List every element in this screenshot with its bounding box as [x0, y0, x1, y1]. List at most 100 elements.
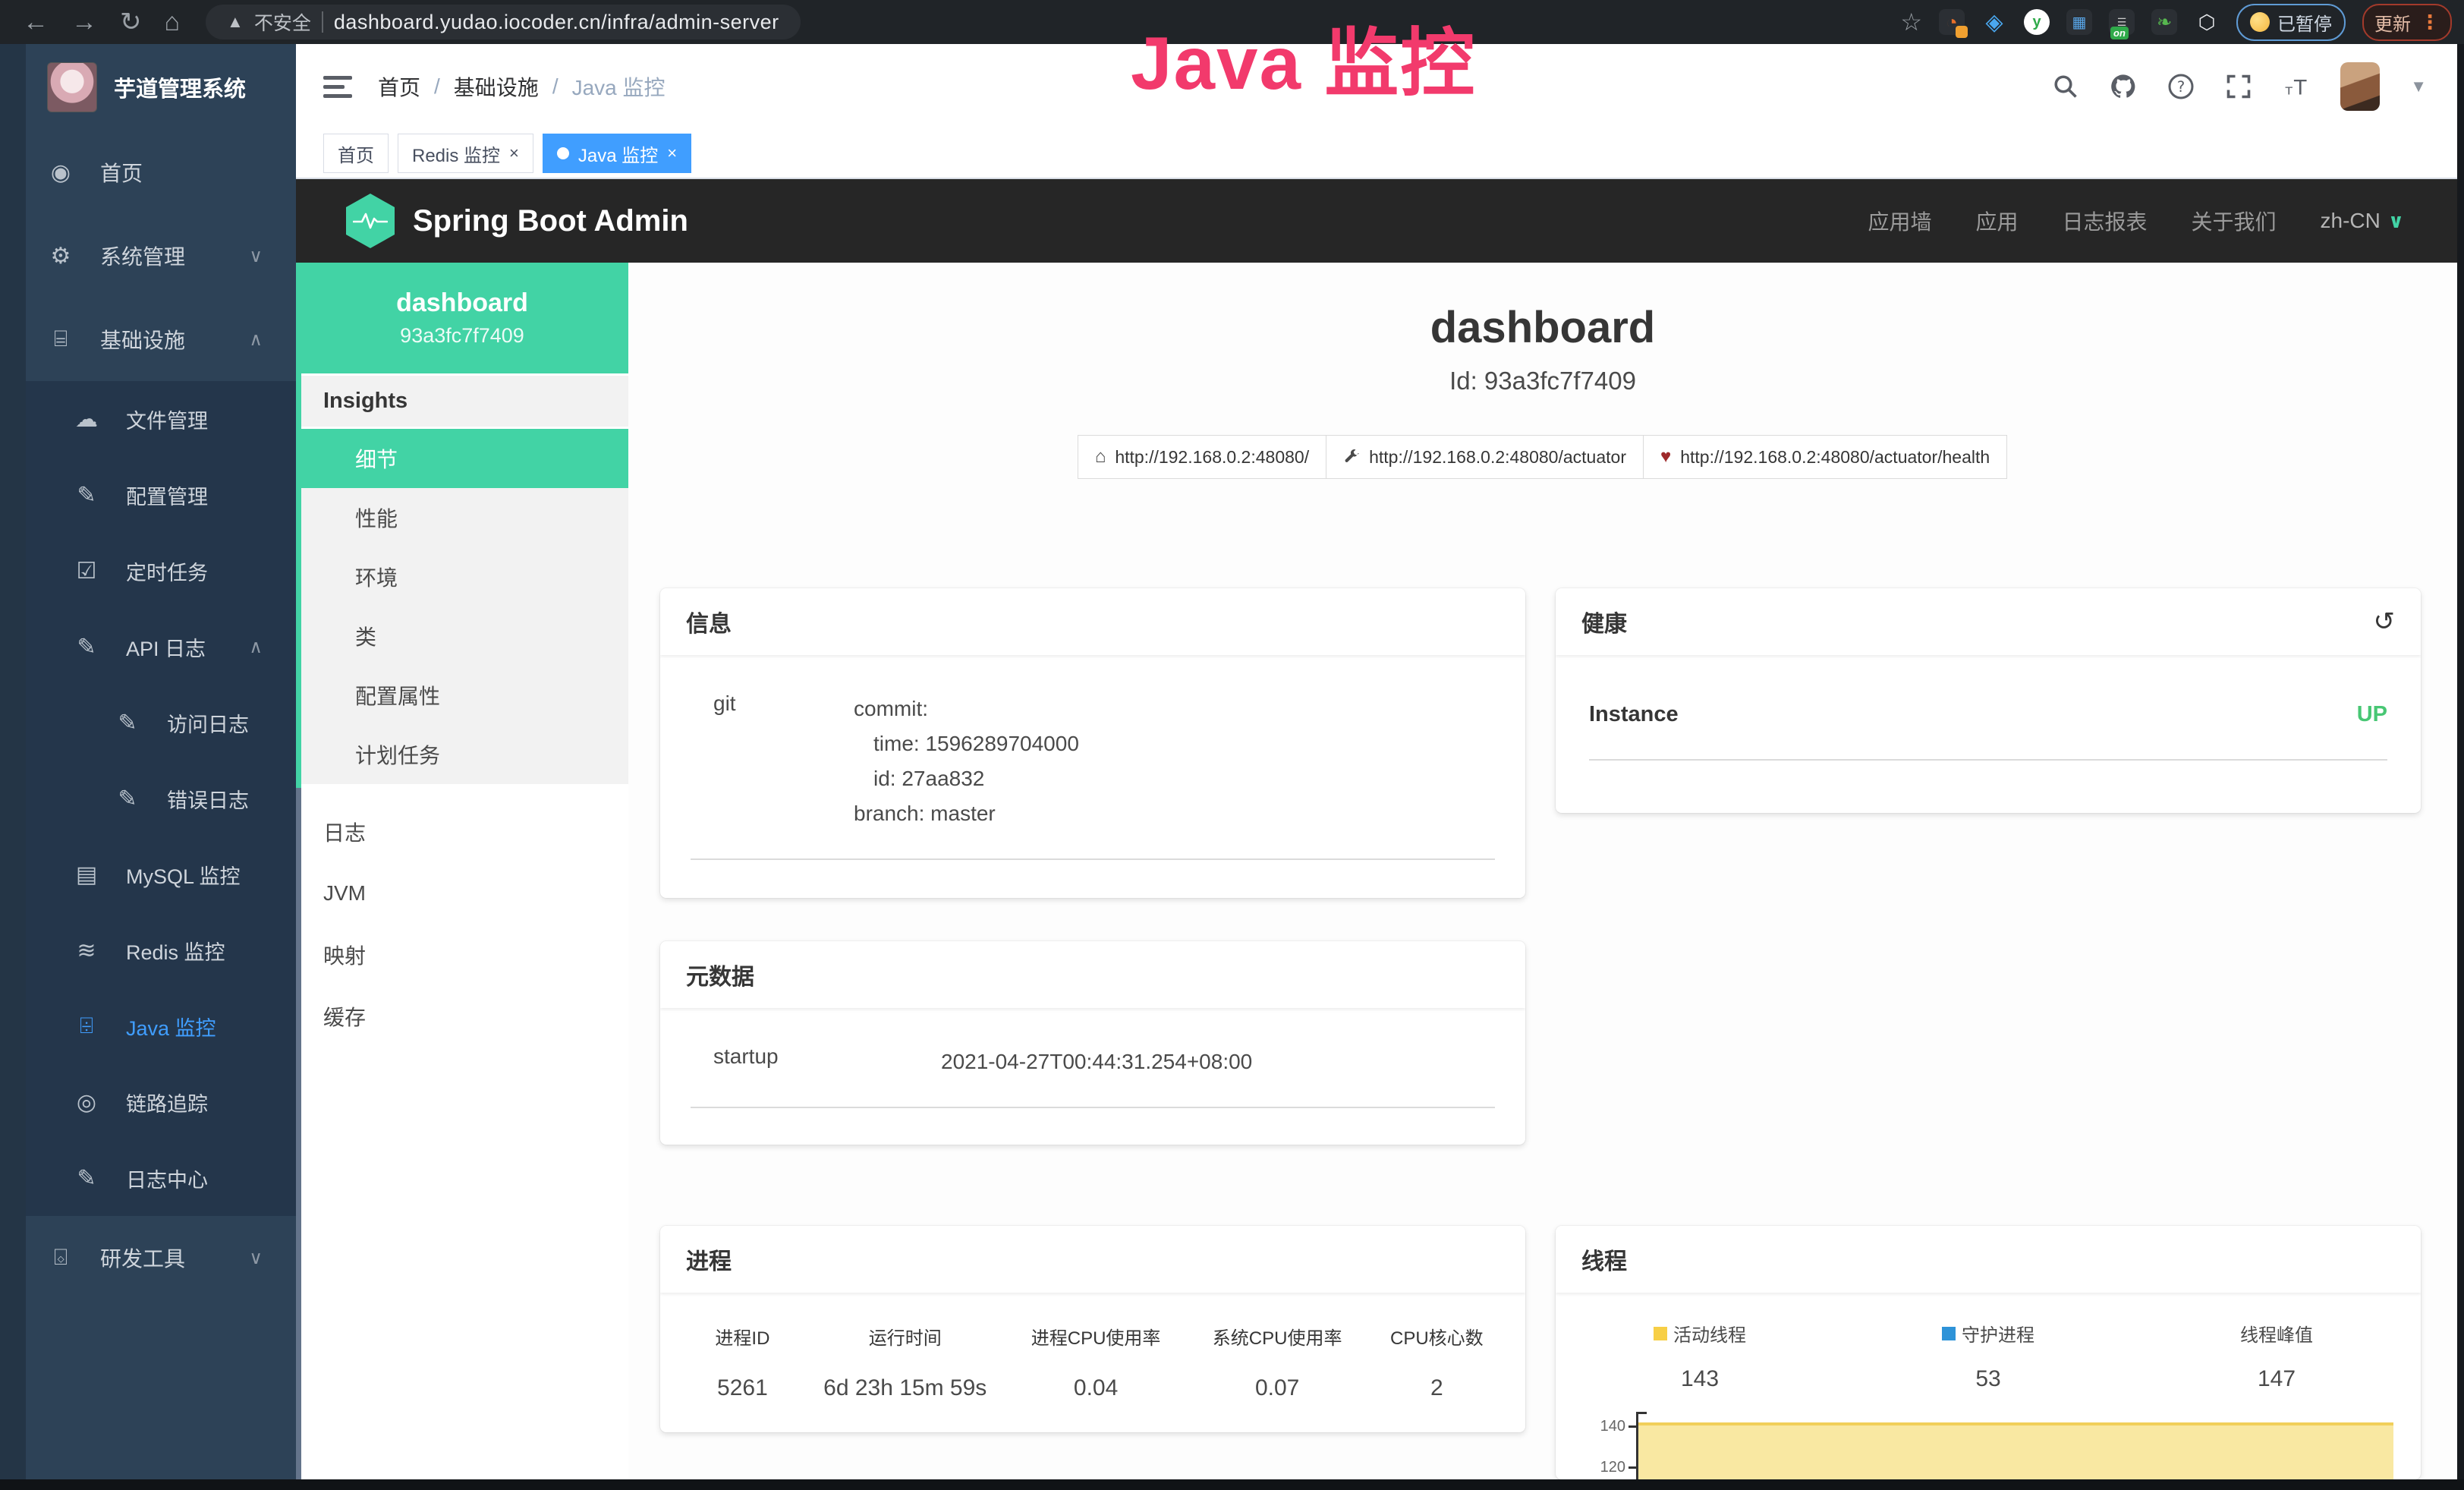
font-size-icon[interactable]: тT — [2283, 73, 2310, 100]
actuator-url-button[interactable]: http://192.168.0.2:48080/actuator — [1326, 435, 1644, 479]
menu-item-details[interactable]: 细节 — [296, 429, 628, 488]
user-avatar[interactable] — [2340, 62, 2380, 111]
sba-nav-wall[interactable]: 应用墙 — [1868, 206, 1931, 236]
tab-redis-monitor[interactable]: Redis 监控 × — [398, 134, 533, 173]
extension-icon-tampermonkey[interactable]: ☰on — [2109, 9, 2135, 35]
extensions-puzzle-icon[interactable]: ⬡ — [2194, 9, 2220, 35]
history-icon[interactable]: ↺ — [2374, 606, 2396, 637]
close-icon[interactable]: × — [509, 143, 519, 163]
menu-item-scheduled-tasks[interactable]: 计划任务 — [296, 725, 628, 784]
sba-logo-icon[interactable] — [346, 194, 395, 248]
health-url-button[interactable]: ♥ http://192.168.0.2:48080/actuator/heal… — [1643, 435, 2007, 479]
extension-icon-swirl[interactable]: ◔ — [1939, 9, 1965, 35]
locale-label: zh-CN — [2321, 209, 2381, 233]
extension-icon-grid[interactable]: ▦ — [2066, 9, 2092, 35]
instance-title: dashboard — [628, 302, 2457, 353]
security-label[interactable]: 不安全 — [254, 8, 311, 36]
sidebar-item-system[interactable]: ⚙ 系统管理 ∨ — [0, 214, 296, 298]
sba-locale-select[interactable]: zh-CN ∨ — [2321, 209, 2404, 233]
status-badge: UP — [2357, 702, 2387, 727]
menu-item-environment[interactable]: 环境 — [296, 547, 628, 606]
browser-update-button[interactable]: 更新 ⋮ — [2362, 4, 2452, 41]
sidebar-item-access-log[interactable]: ✎ 访问日志 — [0, 685, 296, 761]
hamburger-icon[interactable] — [323, 76, 352, 98]
tab-java-monitor[interactable]: Java 监控 × — [543, 134, 691, 173]
breadcrumb-infra[interactable]: 基础设施 — [454, 71, 539, 102]
sidebar-item-label: Java 监控 — [126, 1012, 216, 1041]
url-text[interactable]: dashboard.yudao.iocoder.cn/infra/admin-s… — [334, 11, 779, 34]
chevron-down-icon: ∨ — [2388, 209, 2404, 233]
cloud-upload-icon: ☁ — [73, 406, 100, 433]
val-cpu-cores: 2 — [1368, 1375, 1506, 1401]
sidebar-item-redis[interactable]: ≋ Redis 监控 — [0, 912, 296, 988]
sidebar-item-infra[interactable]: ⌸ 基础设施 ∧ — [0, 298, 296, 381]
info-card: 信息 git commit: time: 1596289704000 id: 2… — [660, 588, 1525, 898]
sidebar-item-jobs[interactable]: ☑ 定时任务 — [0, 533, 296, 609]
github-icon[interactable] — [2110, 73, 2137, 100]
bookmark-star-icon[interactable]: ☆ — [1900, 8, 1922, 36]
sidebar-item-log-center[interactable]: ✎ 日志中心 — [0, 1140, 296, 1216]
val-process-cpu: 0.04 — [1005, 1375, 1187, 1401]
tab-label: Redis 监控 — [412, 140, 500, 167]
sidebar-item-config[interactable]: ✎ 配置管理 — [0, 457, 296, 533]
sba-nav-applications[interactable]: 应用 — [1975, 206, 2018, 236]
browser-forward-icon[interactable]: → — [71, 8, 97, 37]
tab-home[interactable]: 首页 — [323, 134, 389, 173]
chevron-up-icon: ∧ — [249, 636, 263, 658]
address-bar[interactable]: ▲ 不安全 dashboard.yudao.iocoder.cn/infra/a… — [206, 5, 801, 39]
instance-header[interactable]: dashboard 93a3fc7f7409 — [296, 263, 628, 373]
avatar-caret-icon[interactable]: ▼ — [2410, 77, 2427, 96]
health-card: 健康 ↺ Instance UP — [1556, 588, 2421, 813]
app-logo-row[interactable]: 芋道管理系统 — [0, 44, 296, 131]
sidebar-item-error-log[interactable]: ✎ 错误日志 — [0, 761, 296, 836]
sidebar-item-tracing[interactable]: ◎ 链路追踪 — [0, 1064, 296, 1140]
service-url-button[interactable]: ⌂ http://192.168.0.2:48080/ — [1078, 435, 1326, 479]
fullscreen-icon[interactable] — [2225, 73, 2252, 100]
active-dot — [557, 147, 569, 159]
sidebar-item-dev-tools[interactable]: ⌺ 研发工具 ∨ — [0, 1216, 296, 1299]
sidebar-item-home[interactable]: ◉ 首页 — [0, 131, 296, 214]
security-warning-icon[interactable]: ▲ — [227, 12, 244, 32]
sidebar-item-api-log[interactable]: ✎ API 日志 ∧ — [0, 609, 296, 685]
browser-home-icon[interactable]: ⌂ — [165, 8, 181, 37]
insights-section-label: Insights — [296, 376, 628, 429]
search-icon[interactable] — [2052, 73, 2079, 100]
menu-item-config-props[interactable]: 配置属性 — [296, 666, 628, 725]
health-instance-row[interactable]: Instance UP — [1589, 702, 2387, 761]
sidebar-item-files[interactable]: ☁ 文件管理 — [0, 381, 296, 457]
sidebar-item-mysql[interactable]: ▤ MySQL 监控 — [0, 836, 296, 912]
window-right-edge — [2457, 44, 2464, 1490]
info-key: git — [691, 691, 854, 831]
menu-item-mappings[interactable]: 映射 — [296, 924, 628, 985]
info-git-row: git commit: time: 1596289704000 id: 27aa… — [691, 691, 1495, 860]
help-icon[interactable]: ? — [2167, 73, 2195, 100]
chart-plot-area — [1636, 1412, 2398, 1479]
browser-menu-icon[interactable]: ⋮ — [2420, 11, 2440, 34]
browser-reload-icon[interactable]: ↻ — [120, 7, 142, 37]
sidebar-item-java-monitor[interactable]: ⌹ Java 监控 — [0, 988, 296, 1064]
metadata-startup-row: startup 2021-04-27T00:44:31.254+08:00 — [691, 1044, 1495, 1108]
menu-item-logging[interactable]: 日志 — [296, 801, 628, 862]
menu-item-metrics[interactable]: 性能 — [296, 488, 628, 547]
breadcrumb-separator: / — [552, 74, 559, 99]
menu-item-classes[interactable]: 类 — [296, 606, 628, 666]
close-icon[interactable]: × — [667, 143, 677, 163]
browser-back-icon[interactable]: ← — [23, 8, 49, 37]
breadcrumb-separator: / — [434, 74, 440, 99]
menu-item-jvm[interactable]: JVM — [296, 862, 628, 924]
menu-item-caches[interactable]: 缓存 — [296, 985, 628, 1047]
extension-icon-leaf[interactable]: ❧ — [2151, 9, 2177, 35]
sba-nav-journal[interactable]: 日志报表 — [2063, 206, 2148, 236]
yellow-swatch-icon — [1654, 1327, 1667, 1340]
sba-brand-title[interactable]: Spring Boot Admin — [413, 204, 688, 238]
extension-icon-y[interactable]: y — [2024, 9, 2050, 35]
legend-label-text: 守护进程 — [1962, 1320, 2034, 1347]
sba-nav-about[interactable]: 关于我们 — [2192, 206, 2277, 236]
paused-badge[interactable]: 已暂停 — [2236, 4, 2346, 41]
edit-icon: ✎ — [73, 482, 100, 509]
annotation-java-monitor: Java 监控 — [1131, 3, 1476, 111]
breadcrumb-home[interactable]: 首页 — [378, 71, 420, 102]
extension-icon-pin[interactable]: ◈ — [1981, 9, 2007, 35]
monitor-icon: ⌸ — [47, 326, 74, 352]
breadcrumb-current: Java 监控 — [572, 71, 666, 102]
